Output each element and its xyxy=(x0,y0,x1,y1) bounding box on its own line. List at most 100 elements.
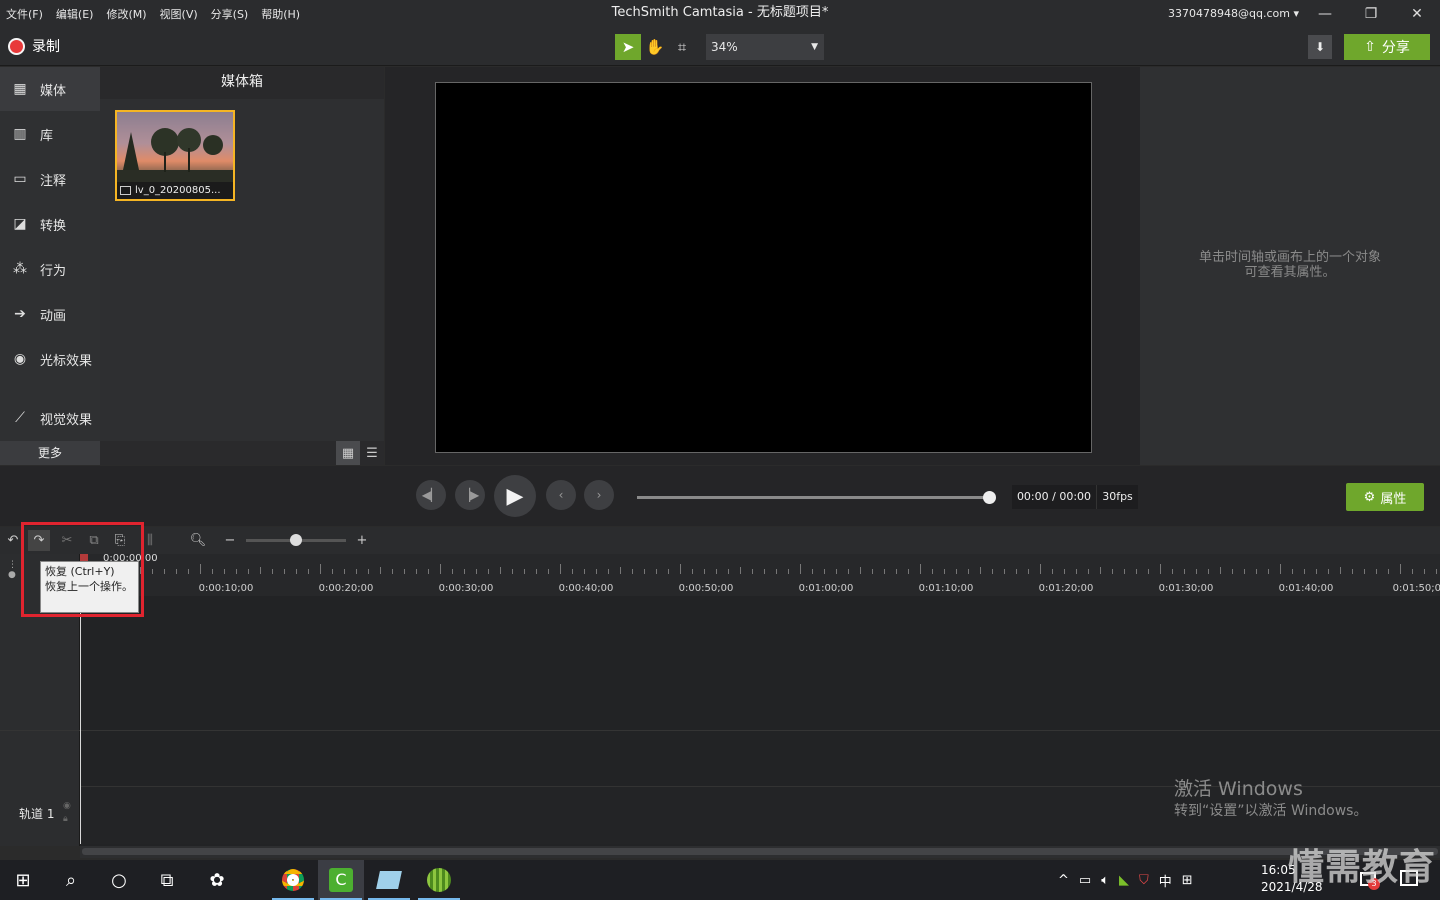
zoom-in-icon[interactable]: + xyxy=(351,530,373,551)
ruler-tick xyxy=(1352,569,1353,574)
ruler-tick xyxy=(776,569,777,574)
melon-app-icon[interactable] xyxy=(416,860,462,900)
ruler-tick xyxy=(452,569,453,574)
ruler-tick xyxy=(1100,567,1101,574)
scrollbar-thumb[interactable] xyxy=(82,848,1438,855)
properties-empty-message: 单击时间轴或画布上的一个对象 可查看其属性。 xyxy=(1170,250,1410,280)
ruler-tick xyxy=(752,569,753,574)
menu-view[interactable]: 视图(V) xyxy=(160,6,198,22)
clip-name: lv_0_20200805... xyxy=(117,182,233,199)
menu-share[interactable]: 分享(S) xyxy=(211,6,249,22)
chevron-up-icon[interactable]: ^ xyxy=(1058,873,1069,888)
previous-icon[interactable]: ‹ xyxy=(546,480,576,510)
crop-icon[interactable]: ⌗ xyxy=(669,34,695,60)
task-view-icon[interactable]: ⧉ xyxy=(144,860,190,900)
ruler-tick xyxy=(512,569,513,574)
ruler-label: 0:00:30;00 xyxy=(438,583,494,594)
fps-display[interactable]: 30fps xyxy=(1096,485,1138,509)
zoom-search-icon[interactable]: 🔍︎ xyxy=(187,530,209,551)
preview-canvas[interactable] xyxy=(435,82,1092,453)
sidebar-item-annotations[interactable]: ▭ 注释 xyxy=(0,157,100,201)
ruler-tick xyxy=(668,569,669,574)
timeline-zoom-handle[interactable] xyxy=(290,534,302,546)
menu-edit[interactable]: 编辑(E) xyxy=(56,6,94,22)
scrubber-track[interactable] xyxy=(637,496,991,499)
ruler-tick xyxy=(896,569,897,574)
ruler-tick xyxy=(1268,569,1269,574)
ruler-tick xyxy=(1232,569,1233,574)
ruler-tick xyxy=(1028,569,1029,574)
sidebar-item-library[interactable]: ▥ 库 xyxy=(0,112,100,156)
ruler-tick xyxy=(1112,569,1113,574)
record-button[interactable]: 录制 xyxy=(32,36,60,56)
menu-help[interactable]: 帮助(H) xyxy=(261,6,300,22)
menu-modify[interactable]: 修改(M) xyxy=(106,6,146,22)
cortana-icon[interactable]: ○ xyxy=(96,860,142,900)
share-button[interactable]: ⇧ 分享 xyxy=(1344,34,1430,60)
sidebar-item-label: 动画 xyxy=(40,308,67,324)
download-icon[interactable]: ⬇ xyxy=(1308,35,1332,59)
pinwheel-app-icon[interactable]: ✿ xyxy=(194,860,240,900)
ruler-tick xyxy=(236,569,237,574)
zoom-select[interactable]: 34% ▼ xyxy=(706,34,824,60)
ruler-tick xyxy=(488,569,489,574)
sidebar-item-media[interactable]: ▦ 媒体 xyxy=(0,67,100,111)
ruler-tick xyxy=(260,567,261,574)
ime-indicator[interactable]: 中 xyxy=(1159,871,1172,890)
annotation-icon: ▭ xyxy=(13,171,27,187)
time-ruler[interactable]: 0:00:10;00 0:00:20;00 0:00:30;00 0:00:40;00… xyxy=(80,554,1440,596)
sidebar-item-cursor-effects[interactable]: ◉ 光标效果 xyxy=(0,337,100,381)
account-menu[interactable]: 3370478948@qq.com ▾ xyxy=(1168,0,1299,28)
ruler-tick xyxy=(1400,564,1401,574)
media-icon: ▦ xyxy=(13,81,27,97)
camtasia-icon[interactable]: C xyxy=(318,860,364,900)
search-icon[interactable]: ⌕ xyxy=(48,860,94,900)
ruler-tick xyxy=(1376,569,1377,574)
eye-icon[interactable]: ◉ 🔒︎ xyxy=(63,800,71,826)
network-icon[interactable]: ▭ xyxy=(1079,873,1091,888)
ruler-tick xyxy=(1412,569,1413,574)
ruler-tick xyxy=(608,569,609,574)
ruler-tick xyxy=(1088,569,1089,574)
chrome-icon[interactable] xyxy=(270,860,316,900)
record-icon[interactable] xyxy=(8,38,25,55)
sidebar-item-animations[interactable]: ➔ 动画 xyxy=(0,292,100,336)
ruler-tick xyxy=(1184,569,1185,574)
ime-mode-icon[interactable]: ⊞ xyxy=(1182,873,1193,888)
select-tool-icon[interactable]: ➤ xyxy=(615,34,641,60)
zoom-out-icon[interactable]: − xyxy=(219,530,241,551)
properties-button[interactable]: ⚙ 属性 xyxy=(1346,483,1424,511)
media-clip[interactable]: lv_0_20200805... xyxy=(115,110,235,201)
ruler-label: 0:01:00;00 xyxy=(798,583,854,594)
nvidia-icon[interactable]: ◣ xyxy=(1119,873,1129,888)
ruler-tick xyxy=(1256,569,1257,574)
ruler-tick xyxy=(1388,569,1389,574)
more-button[interactable]: 更多 xyxy=(0,441,100,465)
play-icon[interactable]: ▶ xyxy=(494,475,536,517)
track-handle-icon[interactable]: ⋮ ● xyxy=(8,560,17,590)
grid-view-icon[interactable]: ▦ xyxy=(336,441,360,465)
shield-icon[interactable]: ⛉ xyxy=(1139,873,1149,888)
list-view-icon[interactable]: ☰ xyxy=(360,441,384,465)
ruler-tick xyxy=(524,569,525,574)
animation-icon: ➔ xyxy=(14,306,26,322)
scrubber-handle[interactable] xyxy=(983,491,996,504)
ruler-tick xyxy=(1292,569,1293,574)
sidebar-item-behaviors[interactable]: ⁂ 行为 xyxy=(0,247,100,291)
restore-button[interactable]: ❐ xyxy=(1349,0,1393,28)
step-back-icon[interactable]: ◀▏ xyxy=(416,480,446,510)
menu-file[interactable]: 文件(F) xyxy=(6,6,43,22)
close-button[interactable]: ✕ xyxy=(1395,0,1439,28)
ruler-tick xyxy=(344,569,345,574)
minimize-button[interactable]: — xyxy=(1303,0,1347,28)
ruler-tick xyxy=(248,569,249,574)
volume-icon[interactable]: 🔈︎ xyxy=(1101,873,1109,888)
step-forward-icon[interactable]: ▕▶ xyxy=(455,480,485,510)
pan-hand-icon[interactable]: ✋ xyxy=(642,34,668,60)
start-icon[interactable]: ⊞ xyxy=(0,860,46,900)
next-icon[interactable]: › xyxy=(584,480,614,510)
ruler-tick xyxy=(296,569,297,574)
sidebar-item-visual-effects[interactable]: ⟋ 视觉效果 xyxy=(0,396,100,440)
sidebar-item-transitions[interactable]: ◪ 转换 xyxy=(0,202,100,246)
notes-app-icon[interactable] xyxy=(366,860,412,900)
